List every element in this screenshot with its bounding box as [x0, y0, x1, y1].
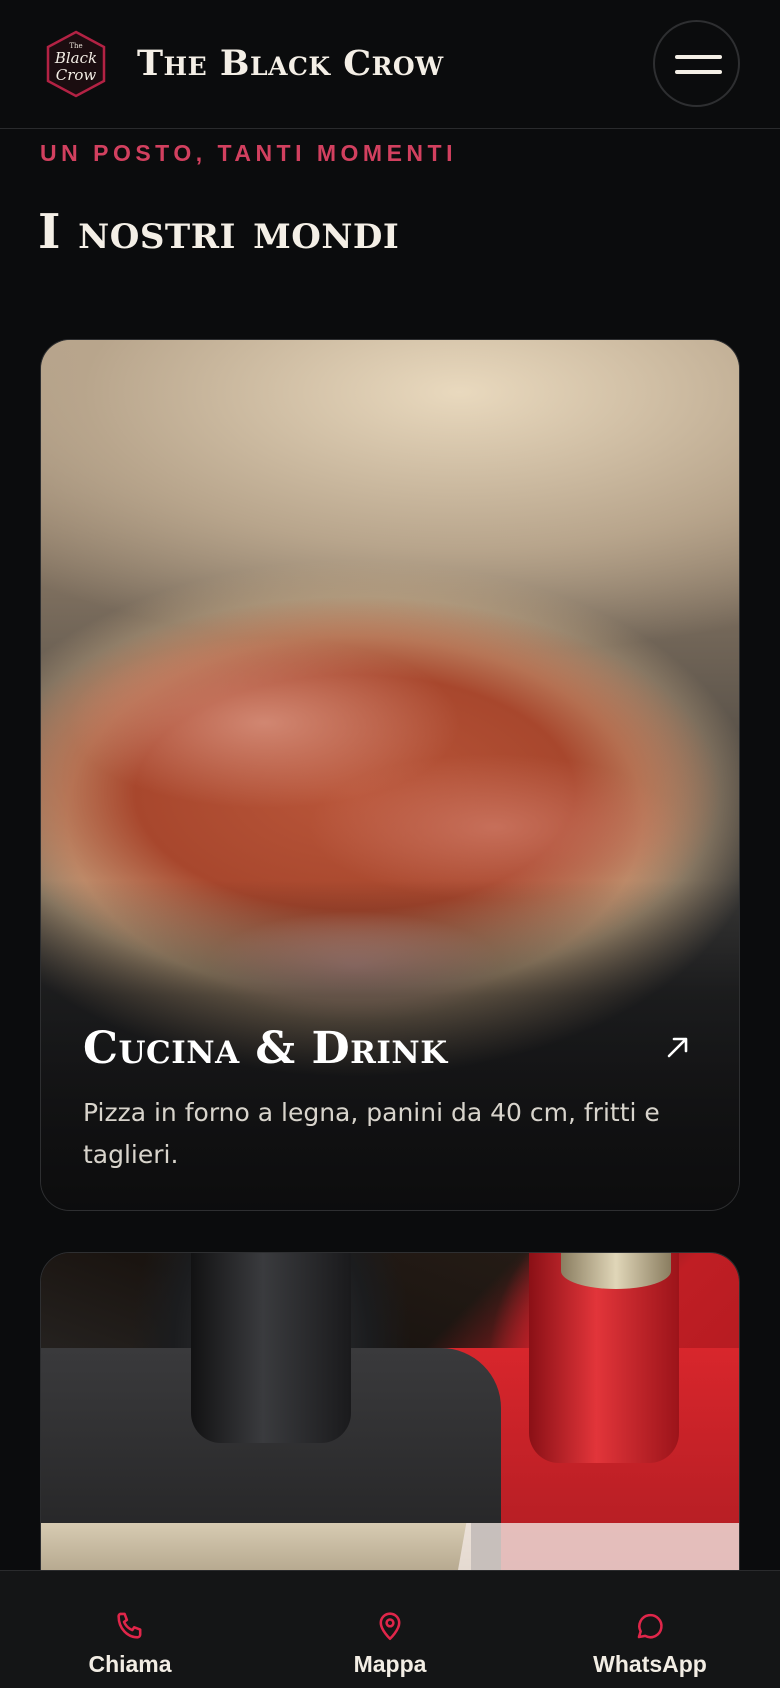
red-tap-cap: [561, 1253, 671, 1289]
brand-name[interactable]: The Black Crow: [137, 40, 444, 88]
phone-icon: [117, 1612, 142, 1639]
chat-bubble-icon: [637, 1613, 663, 1639]
dark-tap-handle: [191, 1253, 351, 1443]
logo-text-line2: Crow: [56, 66, 97, 84]
nav-mappa[interactable]: Mappa: [260, 1571, 520, 1688]
nav-whatsapp[interactable]: WhatsApp: [520, 1571, 780, 1688]
site-header: The Black Crow The Black Crow: [0, 0, 780, 129]
black-crow-logo[interactable]: The Black Crow: [44, 30, 108, 98]
hamburger-icon-line: [675, 70, 722, 74]
card-title: Cucina & Drink: [83, 1023, 448, 1074]
nav-label-mappa: Mappa: [353, 1651, 427, 1677]
section-eyebrow: UN POSTO, TANTI MOMENTI: [40, 140, 457, 166]
card-cucina-drink[interactable]: Cucina & Drink Pizza in forno a legna, p…: [40, 339, 740, 1211]
hamburger-icon: [675, 55, 722, 59]
nav-label-chiama: Chiama: [88, 1651, 172, 1677]
logo-text-line1: Black: [54, 49, 97, 67]
card-description: Pizza in forno a legna, panini da 40 cm,…: [83, 1098, 660, 1169]
menu-button[interactable]: [653, 20, 740, 107]
section-title: I nostri mondi: [38, 204, 400, 260]
bottom-action-bar: Chiama Mappa WhatsApp: [0, 1570, 780, 1688]
arrow-up-right-icon: [667, 1037, 688, 1058]
nav-label-whatsapp: WhatsApp: [593, 1651, 707, 1677]
map-pin-icon: [379, 1612, 401, 1641]
nav-chiama[interactable]: Chiama: [0, 1571, 260, 1688]
